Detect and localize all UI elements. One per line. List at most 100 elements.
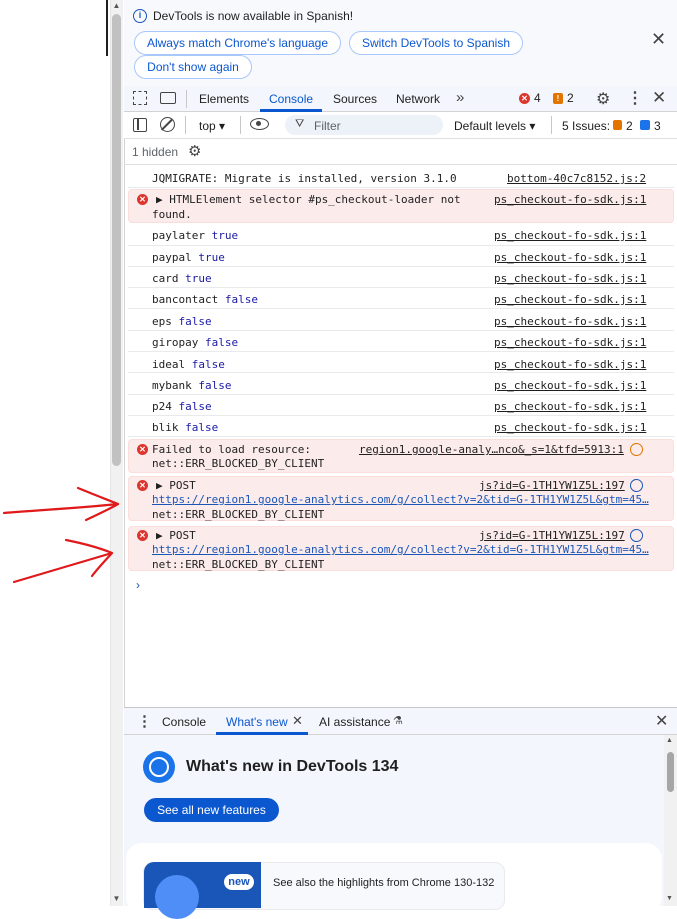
source-link[interactable]: ps_checkout-fo-sdk.js:1 xyxy=(494,358,646,371)
source-link[interactable]: ps_checkout-fo-sdk.js:1 xyxy=(494,421,646,434)
settings-gear-icon[interactable]: ⚙ xyxy=(596,89,610,109)
close-devtools-icon[interactable]: ✕ xyxy=(652,88,666,108)
issues-warning-icon[interactable] xyxy=(613,120,622,130)
drawer-tab-whats-new[interactable]: What's new xyxy=(226,715,288,729)
filter-input[interactable] xyxy=(285,115,443,135)
console-message: eps false xyxy=(152,315,212,328)
network-request-icon[interactable] xyxy=(630,529,643,542)
network-request-icon[interactable] xyxy=(630,443,643,456)
post-request-toggle[interactable]: ▶ POST xyxy=(156,479,196,492)
error-icon: ✕ xyxy=(137,444,148,455)
console-message-cont: net::ERR_BLOCKED_BY_CLIENT xyxy=(152,508,325,521)
console-message: giropay false xyxy=(152,336,239,349)
live-expression-eye-icon[interactable] xyxy=(250,118,269,130)
scroll-up-arrow-icon[interactable]: ▲ xyxy=(666,737,673,744)
tab-sources[interactable]: Sources xyxy=(333,86,377,112)
toolbar-divider xyxy=(551,116,552,134)
post-request-toggle[interactable]: ▶ POST xyxy=(156,529,196,542)
toolbar-divider xyxy=(124,164,677,165)
source-link[interactable]: ps_checkout-fo-sdk.js:1 xyxy=(494,336,646,349)
filter-placeholder[interactable]: Filter xyxy=(314,119,341,133)
boolean-value: false xyxy=(178,315,212,328)
switch-to-spanish-button[interactable]: Switch DevTools to Spanish xyxy=(349,31,523,55)
console-settings-gear-icon[interactable]: ⚙ xyxy=(188,142,201,160)
error-count-icon[interactable]: ✕ xyxy=(519,93,530,104)
infobar-message: DevTools is now available in Spanish! xyxy=(153,9,354,23)
boolean-value: true xyxy=(211,229,239,242)
thumbnail-circle-icon xyxy=(155,875,199,919)
source-link[interactable]: js?id=G-1TH1YW1Z5L:197 xyxy=(479,479,625,492)
log-levels-dropdown[interactable]: Default levels ▾ xyxy=(454,119,535,133)
close-tab-icon[interactable]: ✕ xyxy=(292,713,303,729)
request-url-link[interactable]: https://region1.google-analytics.com/g/c… xyxy=(152,493,649,506)
console-message: JQMIGRATE: Migrate is installed, version… xyxy=(152,172,457,185)
boolean-value: false xyxy=(191,358,225,371)
source-link[interactable]: ps_checkout-fo-sdk.js:1 xyxy=(494,293,646,306)
issues-info-icon[interactable] xyxy=(640,120,650,130)
console-message[interactable]: ▶ HTMLElement selector #ps_checkout-load… xyxy=(156,193,461,206)
boolean-value: false xyxy=(185,421,219,434)
network-request-icon[interactable] xyxy=(630,479,643,492)
customize-menu-icon[interactable]: ⋮ xyxy=(627,88,643,108)
source-link[interactable]: bottom-40c7c8152.js:2 xyxy=(507,172,646,185)
console-message-cont: found. xyxy=(152,208,192,221)
boolean-value: false xyxy=(198,379,232,392)
error-icon: ✕ xyxy=(137,194,148,205)
scroll-up-arrow-icon[interactable]: ▲ xyxy=(110,0,123,12)
experimental-flask-icon: ⚗ xyxy=(393,715,403,727)
scroll-down-arrow-icon[interactable]: ▼ xyxy=(110,893,123,905)
boolean-value: false xyxy=(178,400,212,413)
source-link[interactable]: region1.google-analy…nco&_s=1&tfd=5913:1 xyxy=(359,443,624,456)
warning-count[interactable]: 2 xyxy=(567,91,574,105)
boolean-value: false xyxy=(224,293,258,306)
more-tabs-icon[interactable]: » xyxy=(456,86,464,110)
tab-elements[interactable]: Elements xyxy=(199,86,249,112)
page-edge-line xyxy=(106,0,108,56)
clear-console-icon[interactable] xyxy=(160,117,175,132)
source-link[interactable]: ps_checkout-fo-sdk.js:1 xyxy=(494,315,646,328)
console-message-cont: net::ERR_BLOCKED_BY_CLIENT xyxy=(152,457,325,470)
see-all-features-button[interactable]: See all new features xyxy=(144,798,279,822)
toolbar-divider xyxy=(185,116,186,134)
new-badge: new xyxy=(224,874,254,890)
scroll-down-arrow-icon[interactable]: ▼ xyxy=(666,895,673,902)
drawer-tab-console[interactable]: Console xyxy=(162,715,206,729)
console-message: mybank false xyxy=(152,379,232,392)
console-message: card true xyxy=(152,272,212,285)
drawer-scrollbar-thumb[interactable] xyxy=(667,752,674,792)
drawer-tab-ai-assistance[interactable]: AI assistance xyxy=(319,715,390,729)
always-match-language-button[interactable]: Always match Chrome's language xyxy=(134,31,341,55)
source-link[interactable]: ps_checkout-fo-sdk.js:1 xyxy=(494,229,646,242)
error-count[interactable]: 4 xyxy=(534,91,541,105)
dont-show-again-button[interactable]: Don't show again xyxy=(134,55,252,79)
request-url-link[interactable]: https://region1.google-analytics.com/g/c… xyxy=(152,543,649,556)
source-link[interactable]: ps_checkout-fo-sdk.js:1 xyxy=(494,193,646,206)
boolean-value: true xyxy=(198,251,225,264)
console-message: paylater true xyxy=(152,229,239,242)
source-link[interactable]: ps_checkout-fo-sdk.js:1 xyxy=(494,379,646,392)
console-message: Failed to load resource: xyxy=(152,443,311,456)
source-link[interactable]: ps_checkout-fo-sdk.js:1 xyxy=(494,400,646,413)
source-link[interactable]: js?id=G-1TH1YW1Z5L:197 xyxy=(479,529,625,542)
console-message: p24 false xyxy=(152,400,212,413)
page-scrollbar-thumb[interactable] xyxy=(112,14,121,466)
infobar-close-icon[interactable]: ✕ xyxy=(651,30,667,48)
source-link[interactable]: ps_checkout-fo-sdk.js:1 xyxy=(494,251,646,264)
issues-label[interactable]: 5 Issues: xyxy=(562,119,610,133)
close-drawer-icon[interactable]: ✕ xyxy=(655,711,668,731)
console-prompt-icon[interactable]: › xyxy=(136,578,140,592)
drawer-menu-icon[interactable]: ⋮ xyxy=(137,712,152,730)
source-link[interactable]: ps_checkout-fo-sdk.js:1 xyxy=(494,272,646,285)
highlights-text[interactable]: See also the highlights from Chrome 130-… xyxy=(273,877,494,889)
issues-info-count[interactable]: 3 xyxy=(654,119,661,133)
warning-count-icon[interactable]: ! xyxy=(553,93,563,104)
device-toolbar-icon[interactable] xyxy=(160,92,176,104)
tab-network[interactable]: Network xyxy=(396,86,440,112)
boolean-value: false xyxy=(204,336,239,349)
inspect-element-icon[interactable] xyxy=(133,91,147,105)
issues-warning-count[interactable]: 2 xyxy=(626,119,633,133)
context-selector[interactable]: top ▾ xyxy=(199,119,225,133)
show-sidebar-icon[interactable] xyxy=(133,118,147,132)
info-icon: i xyxy=(133,9,147,23)
hidden-messages-count: 1 hidden xyxy=(132,145,179,159)
